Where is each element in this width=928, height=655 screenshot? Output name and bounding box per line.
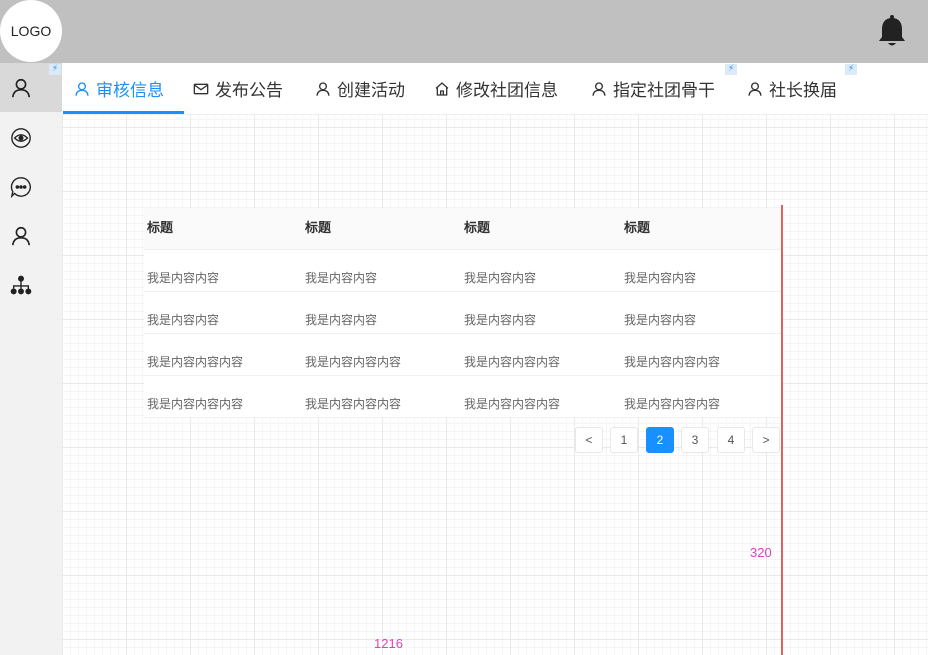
tab-label: 修改社团信息: [456, 81, 558, 101]
bell-icon[interactable]: [876, 15, 908, 49]
user-icon: [75, 81, 89, 96]
tab-publish-notice[interactable]: 发布公告: [193, 63, 283, 114]
tab-label: 社长换届: [769, 81, 837, 101]
home-icon: [435, 81, 449, 96]
pagination-page-button[interactable]: 4: [717, 427, 745, 453]
sidebar-item-members[interactable]: [0, 211, 62, 260]
table-header: 标题 标题 标题 标题: [144, 208, 781, 250]
org-tree-icon: [10, 275, 32, 294]
user-icon: [11, 78, 31, 97]
mail-icon: [193, 83, 209, 94]
user-icon: [11, 226, 31, 245]
sidebar-item-messages[interactable]: [0, 162, 62, 211]
height-measure-label: 320: [750, 545, 772, 560]
tab-edit-club-info[interactable]: 修改社团信息: [434, 63, 558, 114]
table-cell: 我是内容内容内容: [624, 397, 721, 411]
data-table: 标题 标题 标题 标题 我是内容内容 我是内容内容 我是内容内容 我是内容内容 …: [144, 208, 781, 418]
sidebar-item-structure[interactable]: [0, 260, 62, 309]
tab-president-election[interactable]: 社长换届: [747, 63, 837, 114]
column-header: 标题: [305, 221, 332, 236]
user-icon: [316, 81, 330, 96]
width-measure-label: 1216: [374, 636, 403, 651]
tab-label: 发布公告: [215, 81, 283, 101]
tab-create-activity[interactable]: 创建活动: [315, 63, 405, 114]
column-header: 标题: [147, 221, 174, 236]
chat-bubble-icon: [10, 176, 31, 198]
pagination-page-button-current[interactable]: 2: [646, 427, 674, 453]
tab-review-info[interactable]: 审核信息: [74, 63, 164, 114]
tab-assign-backbone[interactable]: 指定社团骨干: [591, 63, 715, 114]
pagination-prev-button[interactable]: <: [575, 427, 603, 453]
table-row[interactable]: 我是内容内容内容 我是内容内容内容 我是内容内容内容 我是内容内容内容: [144, 376, 781, 418]
table-row[interactable]: 我是内容内容内容 我是内容内容内容 我是内容内容内容 我是内容内容内容: [144, 334, 781, 376]
table-row[interactable]: 我是内容内容 我是内容内容 我是内容内容 我是内容内容: [144, 292, 781, 334]
tab-label: 指定社团骨干: [613, 81, 715, 101]
pagination-next-button[interactable]: >: [752, 427, 780, 453]
flash-icon: ⚡: [845, 64, 857, 75]
tab-label: 创建活动: [337, 81, 405, 101]
logo: LOGO: [0, 0, 62, 62]
user-icon: [592, 81, 606, 96]
table-cell: 我是内容内容内容: [305, 397, 402, 411]
table-cell: 我是内容内容内容: [147, 397, 244, 411]
top-header: LOGO: [0, 0, 928, 63]
sidebar-item-view[interactable]: [0, 113, 62, 162]
eye-icon: [11, 127, 31, 148]
measure-guide-line: [781, 205, 783, 655]
pagination-page-button[interactable]: 1: [610, 427, 638, 453]
flash-icon: ⚡: [49, 64, 61, 75]
column-header: 标题: [464, 221, 491, 236]
column-header: 标题: [624, 221, 651, 236]
active-tab-indicator: [63, 111, 184, 114]
flash-icon: ⚡: [725, 64, 737, 75]
table-cell: 我是内容内容内容: [464, 397, 561, 411]
sidebar: ⚡: [0, 63, 63, 655]
tab-bar: 审核信息 发布公告 创建活动 修改社团信息 指定社团骨干 ⚡ 社长换届 ⚡: [62, 63, 928, 115]
main-content: 审核信息 发布公告 创建活动 修改社团信息 指定社团骨干 ⚡ 社长换届 ⚡ 标题…: [62, 63, 928, 655]
table-row[interactable]: 我是内容内容 我是内容内容 我是内容内容 我是内容内容: [144, 250, 781, 292]
user-icon: [748, 81, 762, 96]
pagination-page-button[interactable]: 3: [681, 427, 709, 453]
tab-label: 审核信息: [96, 81, 164, 101]
